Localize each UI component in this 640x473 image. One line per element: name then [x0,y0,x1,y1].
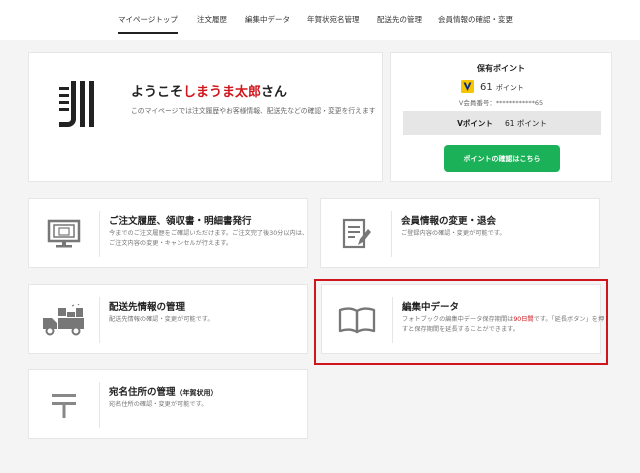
member-info-description: ご登録内容の確認・変更が可能です。 [401,230,506,237]
member-info-title: 会員情報の変更・退会 [401,216,497,227]
shipping-info-description: 配送先情報の確認・変更が可能です。 [109,316,214,323]
v-point-value: 61 ポイント [504,118,547,128]
points-card: 保有ポイント 61 ポイント V会員番号：************65 Vポイン… [390,52,612,182]
nav-member-info[interactable]: 会員情報の確認・変更 [438,14,513,25]
shipping-info-card[interactable]: 配送先情報の管理 配送先情報の確認・変更が可能です。 [28,284,308,354]
address-management-description: 宛名住所の確認・変更が可能です。 [109,401,208,408]
edit-document-icon [321,199,391,269]
v-point-label: Vポイント [457,118,493,128]
retention-period: 90日間 [513,316,534,323]
points-amount: 61 [480,82,493,93]
order-history-card[interactable]: ご注文履歴、領収書・明細書発行 今までのご注文履歴をご確認いただけます。ご注文完… [28,198,308,268]
brand-logo-icon [57,79,101,135]
delivery-truck-icon [29,285,99,355]
points-unit: ポイント [495,84,524,92]
address-management-card[interactable]: 宛名住所の管理（年賀状用） 宛名住所の確認・変更が可能です。 [28,369,308,439]
open-book-icon [322,285,392,355]
editing-data-card[interactable]: 編集中データ フォトブックの編集中データ保存期間は90日間です。「延長ボタン」を… [321,284,604,355]
member-info-card[interactable]: 会員情報の変更・退会 ご登録内容の確認・変更が可能です。 [320,198,600,268]
order-history-description: 今までのご注文履歴をご確認いただけます。ご注文完了後30分以内は、ご注文内容の変… [109,230,309,247]
welcome-card: ようこそしまうま太郎さん このマイページでは注文履歴やお客様情報、配送先などの確… [28,52,383,182]
v-point-icon [461,78,474,97]
monitor-icon [29,199,99,269]
shipping-info-title: 配送先情報の管理 [109,302,186,313]
order-history-title: ご注文履歴、領収書・明細書発行 [109,216,252,227]
postal-mark-icon [29,370,99,440]
user-name: しまうま太郎 [183,85,262,100]
nav-address-management[interactable]: 年賀状宛名管理 [307,14,360,25]
welcome-description: このマイページでは注文履歴やお客様情報、配送先などの確認・変更を行えます [131,107,376,115]
v-point-balance: Vポイント 61 ポイント [403,111,601,135]
check-points-button[interactable]: ポイントの確認はこちら [444,145,560,172]
top-navigation: マイページトップ 注文履歴 編集中データ 年賀状宛名管理 配送先の管理 会員情報… [0,0,640,40]
nav-mypage-top[interactable]: マイページトップ [118,14,178,34]
v-member-number: V会員番号：************65 [458,99,544,107]
nav-shipping-management[interactable]: 配送先の管理 [377,14,422,25]
nav-editing-data[interactable]: 編集中データ [245,14,290,25]
editing-data-title: 編集中データ [402,302,460,313]
points-summary: 61 ポイント [461,78,524,97]
welcome-title: ようこそしまうま太郎さん [131,85,288,100]
points-title: 保有ポイント [477,64,525,73]
address-management-title: 宛名住所の管理（年賀状用） [109,387,218,398]
editing-data-description: フォトブックの編集中データ保存期間は90日間です。「延長ボタン」を押すと保存期間… [402,316,605,333]
nav-order-history[interactable]: 注文履歴 [197,14,227,25]
